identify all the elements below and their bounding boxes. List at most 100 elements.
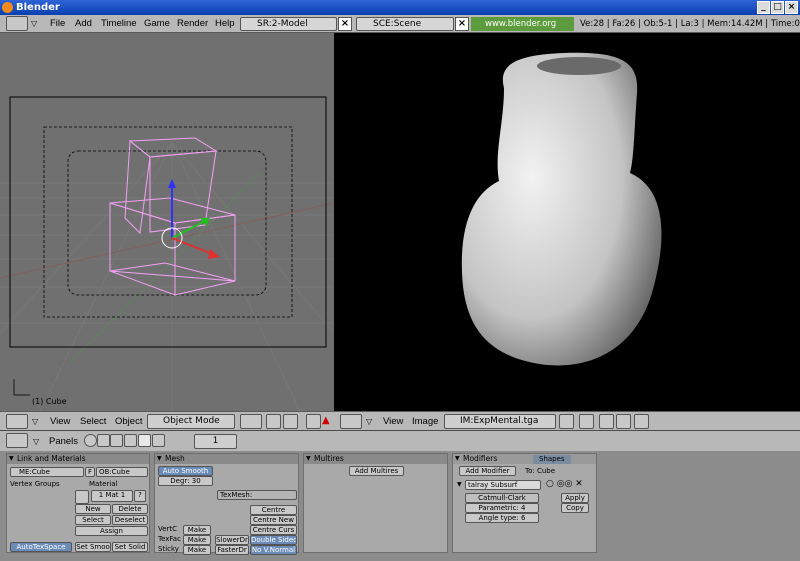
link-materials-panel: Link and Materials ME:Cube F OB:Cube Ver… <box>6 453 150 553</box>
blender-url-badge[interactable]: www.blender.org 242.1 <box>471 17 574 43</box>
menu-game[interactable]: Game <box>144 18 170 29</box>
select-material-button[interactable]: Select <box>75 515 111 525</box>
add-multires-button[interactable]: Add Multires <box>349 466 404 476</box>
modifier-options-icons[interactable]: ○ ◎◎ ✕ <box>546 479 583 489</box>
minimize-icon[interactable]: _ <box>757 1 770 14</box>
image-browse-icon[interactable] <box>559 414 574 429</box>
menu-select[interactable]: Select <box>80 416 106 427</box>
fake-user-button[interactable]: F <box>85 467 95 477</box>
image-viewport[interactable] <box>334 33 800 411</box>
object-name-field[interactable]: OB:Cube <box>96 467 148 477</box>
image-pin-icon[interactable] <box>579 414 594 429</box>
autotexspace-toggle[interactable]: AutoTexSpace <box>10 542 72 552</box>
add-modifier-button[interactable]: Add Modifier <box>459 466 516 476</box>
logic-context-icon[interactable] <box>84 434 97 447</box>
image-window-type-icon[interactable] <box>340 414 362 429</box>
material-slot-field[interactable]: 1 Mat 1 <box>91 490 133 502</box>
image-paint-icon[interactable] <box>599 414 614 429</box>
deselect-material-button[interactable]: Deselect <box>112 515 148 525</box>
multires-title: Multires <box>304 454 447 464</box>
collapse-image-header-icon[interactable]: ▽ <box>366 417 372 426</box>
menu-add[interactable]: Add <box>75 18 92 29</box>
menu-object[interactable]: Object <box>115 416 142 427</box>
delete-scene-button[interactable]: × <box>455 17 469 31</box>
texfac-label: TexFac <box>158 535 181 543</box>
hand-icon[interactable] <box>306 414 321 429</box>
object-context-icon[interactable] <box>124 434 137 447</box>
texfac-make-button[interactable]: Make <box>183 535 211 545</box>
assign-material-button[interactable]: Assign <box>75 526 148 536</box>
menu-image-view[interactable]: View <box>383 416 403 427</box>
buttons-window-type-icon[interactable] <box>6 433 28 448</box>
image-lock-icon[interactable] <box>634 414 649 429</box>
modifier-expand-icon[interactable]: ▼ <box>457 481 462 488</box>
link-materials-title: Link and Materials <box>7 454 149 464</box>
layer-icon[interactable] <box>283 414 298 429</box>
main-menu-bar: ▽ File Add Timeline Game Render Help SR:… <box>0 15 800 43</box>
centre-new-button[interactable]: Centre New <box>250 515 297 525</box>
3d-viewport[interactable]: (1) Cube <box>0 33 334 411</box>
menu-image[interactable]: Image <box>412 416 438 427</box>
vertc-make-button[interactable]: Make <box>183 525 211 535</box>
modifier-name-field[interactable]: talray Subsurf <box>465 480 541 490</box>
menu-panels[interactable]: Panels <box>49 436 78 447</box>
scene-stats: Ve:28 | Fa:26 | Ob:5-1 | La:3 | Mem:14.4… <box>580 19 800 29</box>
buttons-header: ▽ Panels 1 <box>0 430 800 451</box>
double-sided-toggle[interactable]: Double Sided <box>250 535 297 545</box>
degree-field[interactable]: Degr: 30 <box>158 476 213 486</box>
image-selector[interactable]: IM:ExpMental.tga <box>444 414 556 429</box>
multires-panel: Multires Add Multires <box>303 453 448 553</box>
no-v-normal-toggle[interactable]: No V.Normal <box>250 545 297 555</box>
shading-context-icon[interactable] <box>110 434 123 447</box>
collapse-menu-icon[interactable]: ▽ <box>31 19 37 28</box>
menu-timeline[interactable]: Timeline <box>101 18 137 29</box>
delete-material-button[interactable]: Delete <box>112 504 148 514</box>
new-material-button[interactable]: New <box>75 504 111 514</box>
sticky-make-button[interactable]: Make <box>183 545 211 555</box>
scene-selector[interactable]: SCE:Scene <box>356 17 454 31</box>
copy-modifier-button[interactable]: Copy <box>561 503 589 513</box>
vertc-label: VertC <box>158 525 178 533</box>
shapes-tab[interactable]: Shapes <box>533 455 571 464</box>
manipulator-icon[interactable] <box>266 414 281 429</box>
info-window-type-icon[interactable] <box>6 16 28 31</box>
delete-screen-button[interactable]: × <box>338 17 352 31</box>
angle-type-field[interactable]: Angle type: 6 <box>465 513 539 523</box>
menu-file[interactable]: File <box>50 18 65 29</box>
editing-context-icon[interactable] <box>138 434 151 447</box>
texmesh-field[interactable]: TexMesh: <box>217 490 297 500</box>
set-solid-button[interactable]: Set Solid <box>112 542 148 552</box>
frame-number-field[interactable]: 1 <box>194 434 237 449</box>
subsurf-method-selector[interactable]: Catmull-Clark <box>465 493 539 503</box>
apply-modifier-button[interactable]: Apply <box>561 493 589 503</box>
active-object-label: (1) Cube <box>32 397 67 406</box>
scene-context-icon[interactable] <box>152 434 165 447</box>
faster-draw-button[interactable]: FasterDr <box>215 545 249 555</box>
menu-view[interactable]: View <box>50 416 70 427</box>
collapse-buttons-icon[interactable]: ▽ <box>33 437 39 446</box>
mesh-name-field[interactable]: ME:Cube <box>10 467 84 477</box>
set-smooth-button[interactable]: Set Smoo <box>75 542 111 552</box>
material-help-button[interactable]: ? <box>134 490 146 502</box>
maximize-icon[interactable]: □ <box>771 1 784 14</box>
menu-help[interactable]: Help <box>215 18 235 29</box>
slower-draw-button[interactable]: SlowerDr <box>215 535 249 545</box>
vertex-groups-label: Vertex Groups <box>10 480 60 488</box>
menu-render[interactable]: Render <box>177 18 208 29</box>
centre-cursor-button[interactable]: Centre Curs <box>250 525 297 535</box>
collapse-header-icon[interactable]: ▽ <box>32 417 38 426</box>
close-icon[interactable]: × <box>785 1 798 14</box>
script-context-icon[interactable] <box>97 434 110 447</box>
centre-button[interactable]: Centre <box>250 505 297 515</box>
image-record-icon[interactable] <box>616 414 631 429</box>
auto-smooth-toggle[interactable]: Auto Smooth <box>158 466 213 476</box>
parametric-field[interactable]: Parametric: 4 <box>465 503 539 513</box>
blender-logo-icon <box>2 2 13 13</box>
screen-selector[interactable]: SR:2-Model <box>240 17 337 31</box>
mode-selector[interactable]: Object Mode <box>147 414 235 429</box>
material-color-swatch[interactable] <box>75 490 89 504</box>
modifiers-tab[interactable]: Modifiers <box>453 454 596 464</box>
view3d-window-type-icon[interactable] <box>6 414 28 429</box>
pivot-icon[interactable] <box>240 414 262 429</box>
modifiers-panel: Modifiers Shapes Add Modifier To: Cube ▼… <box>452 453 597 553</box>
